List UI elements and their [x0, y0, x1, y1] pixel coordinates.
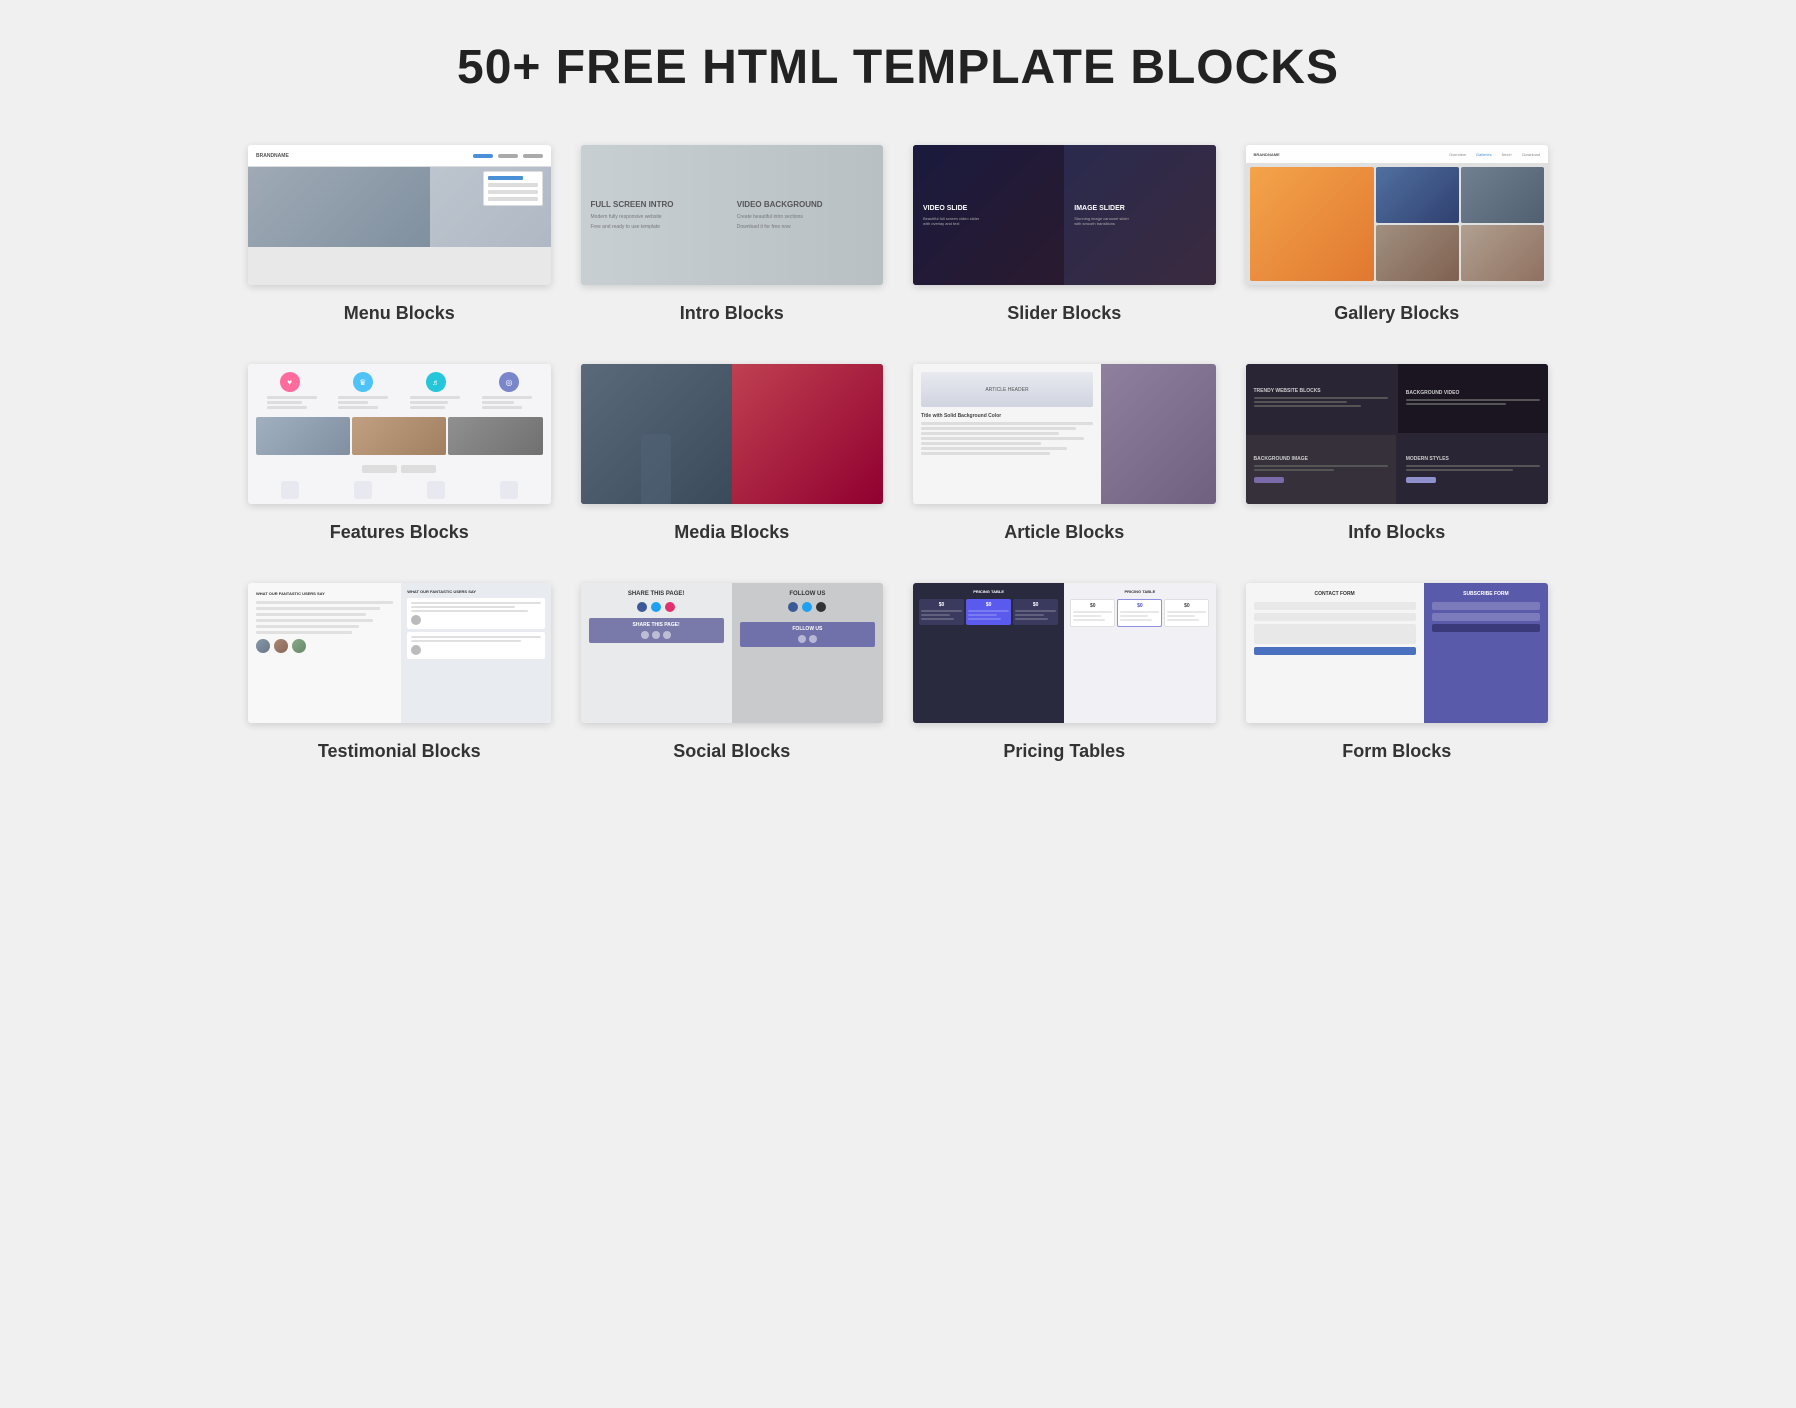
block-label-pricing: Pricing Tables — [1003, 741, 1125, 762]
block-label-info: Info Blocks — [1348, 522, 1445, 543]
thumbnail-form: CONTACT FORM SUBSCRIBE FORM — [1246, 583, 1549, 723]
page-title: 50+ FREE HTML TEMPLATE BLOCKS — [20, 40, 1776, 95]
blocks-grid: BRANDNAME Menu Blocks — [248, 145, 1548, 762]
block-item-menu[interactable]: BRANDNAME Menu Blocks — [248, 145, 551, 324]
block-label-features: Features Blocks — [330, 522, 469, 543]
block-label-form: Form Blocks — [1342, 741, 1451, 762]
block-item-social[interactable]: SHARE THIS PAGE! SHARE THIS PAGE! — [581, 583, 884, 762]
block-label-menu: Menu Blocks — [344, 303, 455, 324]
block-item-article[interactable]: ARTICLE HEADER Title with Solid Backgrou… — [913, 364, 1216, 543]
thumbnail-media — [581, 364, 884, 504]
block-label-gallery: Gallery Blocks — [1334, 303, 1459, 324]
block-item-features[interactable]: ♥ ♛ ♬ ◎ — [248, 364, 551, 543]
thumbnail-info: TRENDY WEBSITE BLOCKS BACKGROUND VIDEO B… — [1246, 364, 1549, 504]
block-item-form[interactable]: CONTACT FORM SUBSCRIBE FORM Form Blocks — [1246, 583, 1549, 762]
block-item-media[interactable]: Media Blocks — [581, 364, 884, 543]
thumbnail-menu: BRANDNAME — [248, 145, 551, 285]
block-label-slider: Slider Blocks — [1007, 303, 1121, 324]
block-label-social: Social Blocks — [673, 741, 790, 762]
thumbnail-testimonial: WHAT OUR FANTASTIC USERS SAY WHAT OUR FA… — [248, 583, 551, 723]
block-item-pricing[interactable]: PRICING TABLE $0 $0 — [913, 583, 1216, 762]
block-label-testimonial: Testimonial Blocks — [318, 741, 481, 762]
block-item-gallery[interactable]: BRANDNAME Overview Galleries Next+ Downl… — [1246, 145, 1549, 324]
block-label-media: Media Blocks — [674, 522, 789, 543]
block-label-article: Article Blocks — [1004, 522, 1124, 543]
thumbnail-article: ARTICLE HEADER Title with Solid Backgrou… — [913, 364, 1216, 504]
thumbnail-gallery: BRANDNAME Overview Galleries Next+ Downl… — [1246, 145, 1549, 285]
thumbnail-social: SHARE THIS PAGE! SHARE THIS PAGE! — [581, 583, 884, 723]
block-item-intro[interactable]: FULL SCREEN INTRO Modern fully responsiv… — [581, 145, 884, 324]
block-item-testimonial[interactable]: WHAT OUR FANTASTIC USERS SAY WHAT OUR FA… — [248, 583, 551, 762]
block-item-slider[interactable]: VIDEO SLIDE Beautiful full screen video … — [913, 145, 1216, 324]
block-item-info[interactable]: TRENDY WEBSITE BLOCKS BACKGROUND VIDEO B… — [1246, 364, 1549, 543]
thumbnail-features: ♥ ♛ ♬ ◎ — [248, 364, 551, 504]
thumbnail-pricing: PRICING TABLE $0 $0 — [913, 583, 1216, 723]
thumbnail-slider: VIDEO SLIDE Beautiful full screen video … — [913, 145, 1216, 285]
block-label-intro: Intro Blocks — [680, 303, 784, 324]
thumbnail-intro: FULL SCREEN INTRO Modern fully responsiv… — [581, 145, 884, 285]
